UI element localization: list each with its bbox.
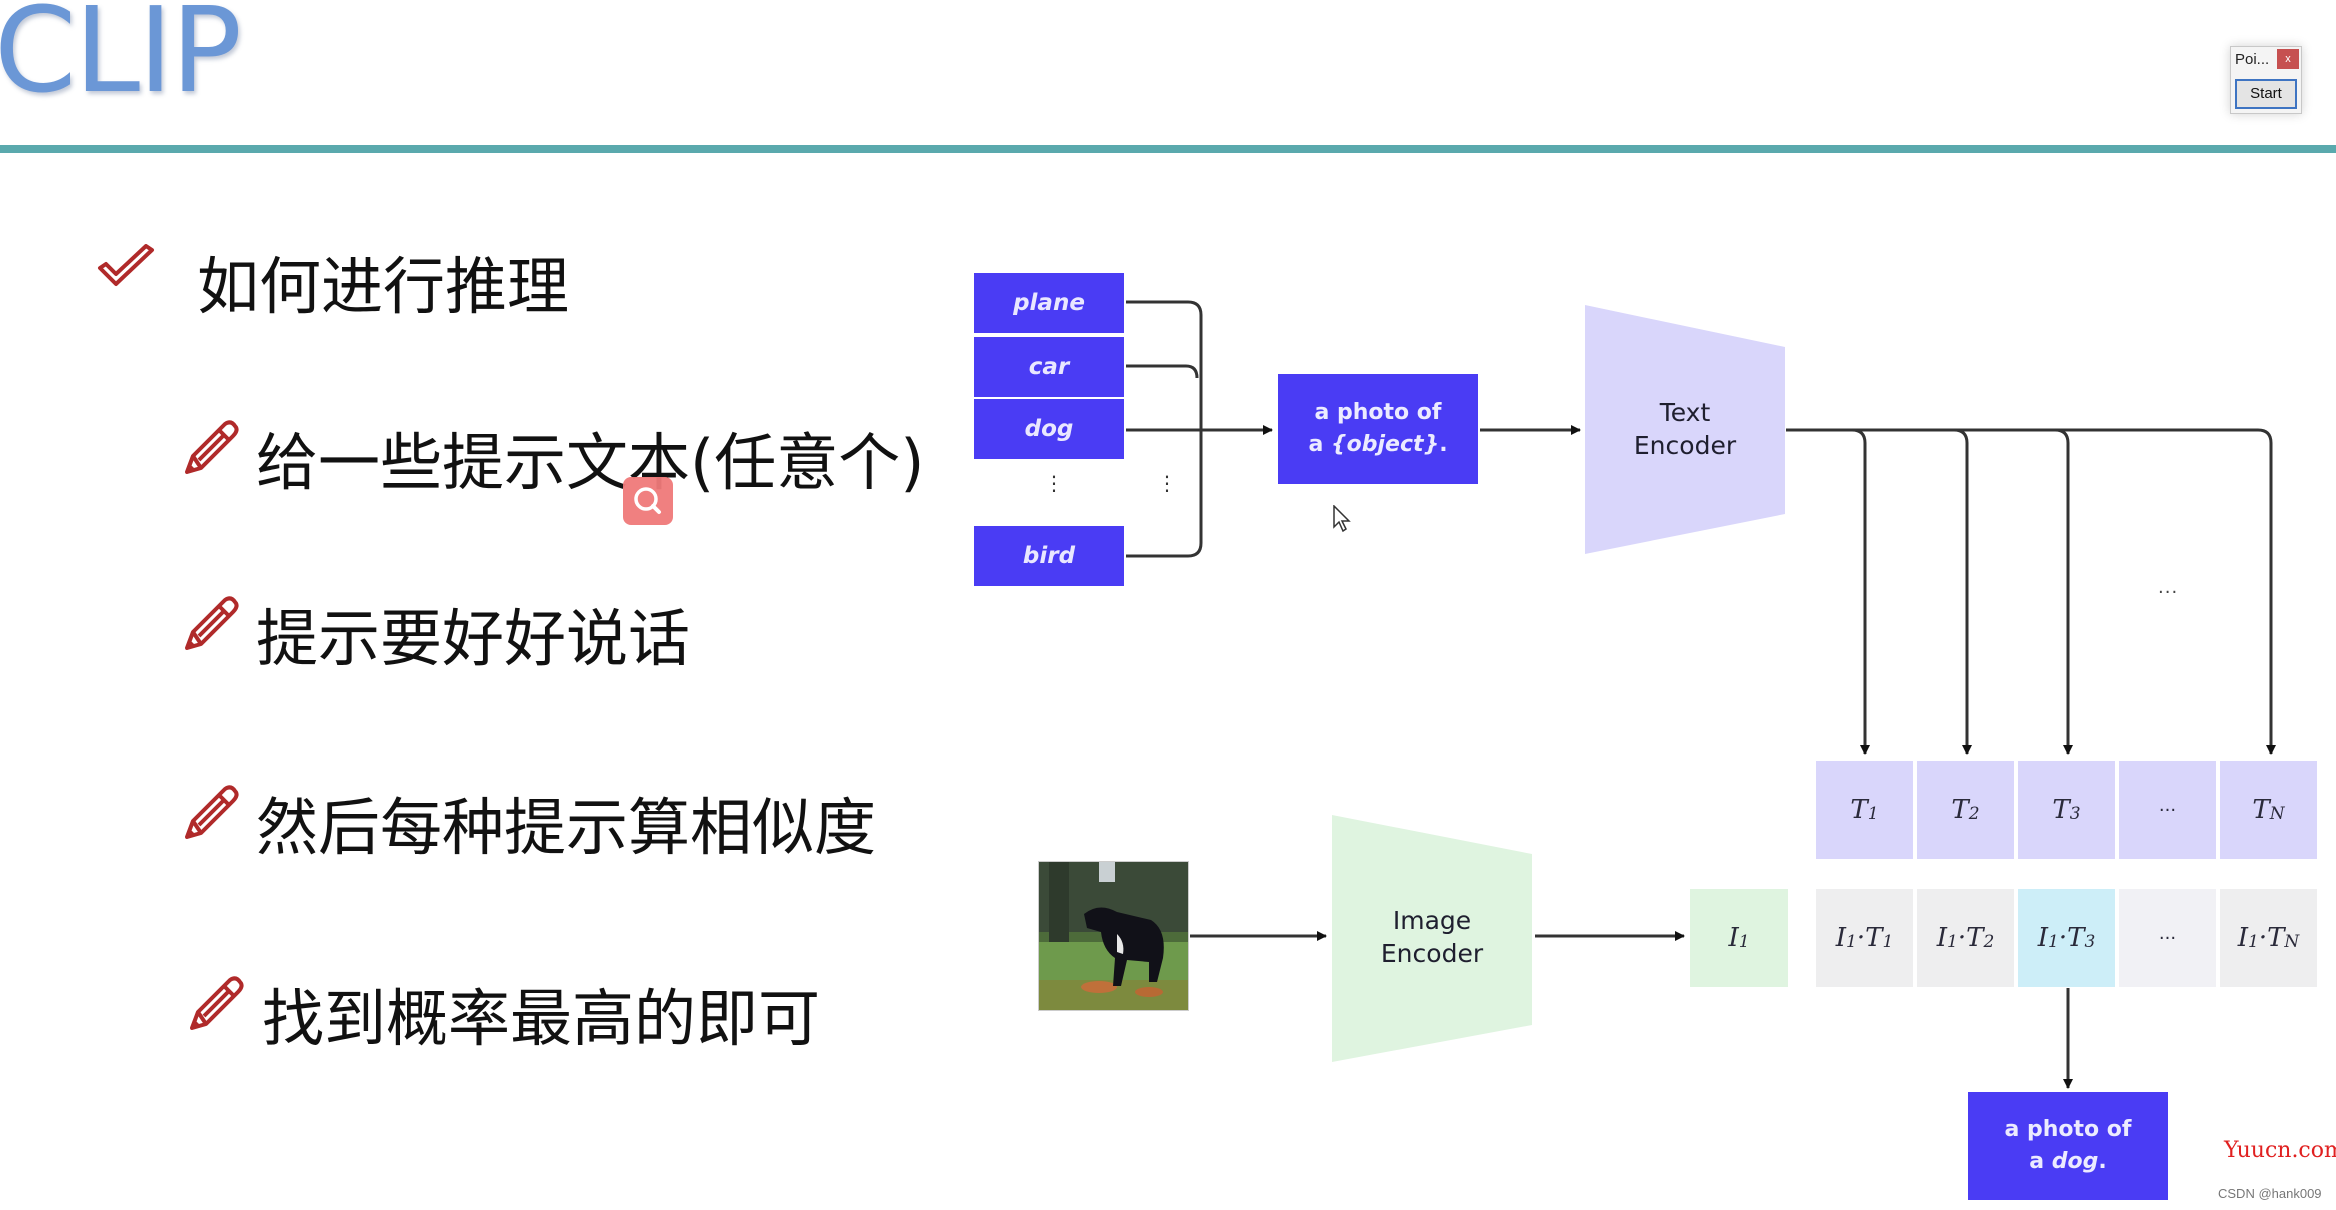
prompt-template-box: a photo of a {object}. [1278, 374, 1478, 484]
class-label-box: car [974, 337, 1124, 397]
text-embedding-cell: ··· [2119, 761, 2216, 859]
similarity-cell-highlighted: I 1 · T 3 [2018, 889, 2115, 987]
text-embedding-cell: T3 [2018, 761, 2115, 859]
arrow-to-tn [1786, 428, 2276, 755]
result-box: a photo of a dog. [1968, 1092, 2168, 1200]
arrow-to-t2 [1953, 428, 1972, 755]
similarity-cell: I 1 · T N [2220, 889, 2317, 987]
diagram-connectors [1126, 300, 2276, 1089]
text-embedding-cell: TN [2220, 761, 2317, 859]
similarity-cell: ··· [2119, 889, 2216, 987]
horizontal-ellipsis: ··· [2158, 582, 2179, 603]
class-label-box: dog [974, 399, 1124, 459]
mouse-cursor-icon [1333, 505, 1351, 533]
arrow-to-t3 [2054, 428, 2073, 755]
class-label-box: bird [974, 526, 1124, 586]
similarity-cell: I 1 · T 1 [1816, 889, 1913, 987]
class-label-box: plane [974, 273, 1124, 333]
bracket-line [1126, 364, 1199, 379]
similarity-cell: I 1 · T 2 [1917, 889, 2014, 987]
input-dog-photo [1038, 861, 1189, 1011]
image-encoder-label: Image Encoder [1380, 906, 1484, 968]
vertical-ellipsis: ⋮ [1157, 471, 1177, 495]
vertical-ellipsis: ⋮ [1044, 471, 1064, 495]
text-embedding-cell: T2 [1917, 761, 2014, 859]
image-embedding-cell: I1 [1690, 889, 1788, 987]
text-encoder-label: Text Encoder [1633, 398, 1737, 460]
author-watermark: CSDN @hank009 [2218, 1186, 2322, 1201]
site-watermark: Yuucn.com [2224, 1138, 2336, 1163]
text-embedding-cell: T1 [1816, 761, 1913, 859]
arrow-to-t1 [1851, 428, 1870, 755]
